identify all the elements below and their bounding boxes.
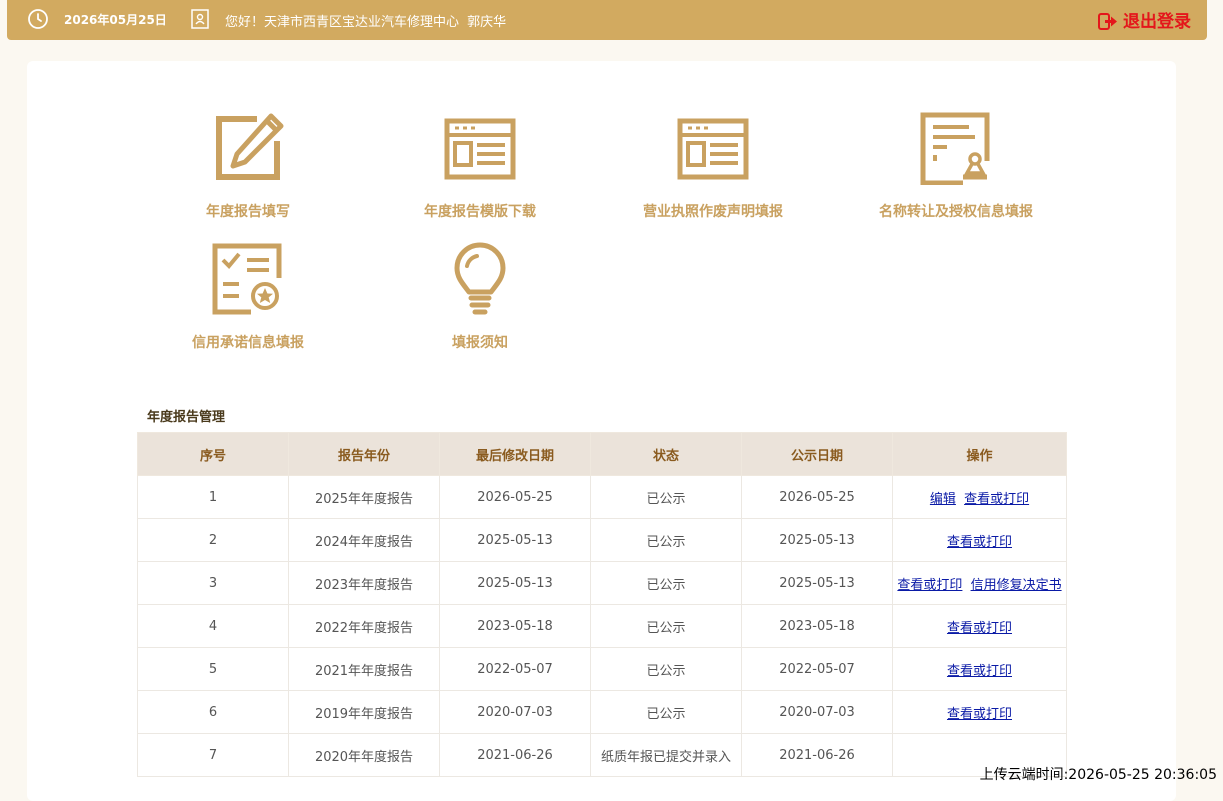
annual-report-table: 序号 报告年份 最后修改日期 状态 公示日期 操作 1 2025年年度报告 20… xyxy=(137,432,1067,777)
cell-no: 7 xyxy=(137,733,289,777)
cell-published: 2026-05-25 xyxy=(741,475,893,519)
cell-actions: 查看或打印 xyxy=(892,518,1067,562)
tile-license-void-declaration[interactable]: 营业执照作废声明填报 xyxy=(593,111,833,221)
logout-label: 退出登录 xyxy=(1123,12,1191,32)
cell-actions: 查看或打印 xyxy=(892,690,1067,734)
cell-status: 已公示 xyxy=(590,561,742,605)
upload-time: 上传云端时间:2026-05-25 20:36:05 xyxy=(979,767,1217,783)
table-row: 1 2025年年度报告 2026-05-25 已公示 2026-05-25 编辑… xyxy=(137,475,1067,519)
cell-actions: 查看或打印 信用修复决定书 xyxy=(892,561,1067,605)
cell-no: 3 xyxy=(137,561,289,605)
tile-label: 年度报告模版下载 xyxy=(424,204,536,220)
view-print-link[interactable]: 查看或打印 xyxy=(947,535,1012,550)
cell-status: 已公示 xyxy=(590,518,742,562)
cell-actions: 编辑 查看或打印 xyxy=(892,475,1067,519)
view-print-link[interactable]: 查看或打印 xyxy=(947,664,1012,679)
tile-label: 信用承诺信息填报 xyxy=(192,335,304,351)
tile-filing-notice[interactable]: 填报须知 xyxy=(360,242,600,352)
cell-published: 2023-05-18 xyxy=(741,604,893,648)
column-header: 公示日期 xyxy=(741,432,893,476)
cell-actions: 查看或打印 xyxy=(892,647,1067,691)
column-header: 最后修改日期 xyxy=(439,432,591,476)
cell-year: 2024年年度报告 xyxy=(288,518,440,562)
cell-status: 已公示 xyxy=(590,690,742,734)
cell-published: 2025-05-13 xyxy=(741,518,893,562)
cell-modified: 2023-05-18 xyxy=(439,604,591,648)
cell-no: 4 xyxy=(137,604,289,648)
current-date: 2026年05月25日 xyxy=(64,13,167,27)
cell-year: 2021年年度报告 xyxy=(288,647,440,691)
cell-status: 已公示 xyxy=(590,604,742,648)
template-icon xyxy=(444,118,516,180)
cell-year: 2022年年度报告 xyxy=(288,604,440,648)
cell-no: 5 xyxy=(137,647,289,691)
table-row: 6 2019年年度报告 2020-07-03 已公示 2020-07-03 查看… xyxy=(137,690,1067,734)
cell-year: 2025年年度报告 xyxy=(288,475,440,519)
cell-modified: 2025-05-13 xyxy=(439,518,591,562)
tile-template-download[interactable]: 年度报告模版下载 xyxy=(360,111,600,221)
table-row: 5 2021年年度报告 2022-05-07 已公示 2022-05-07 查看… xyxy=(137,647,1067,691)
cell-published: 2021-06-26 xyxy=(741,733,893,777)
stamp-doc-icon xyxy=(920,112,990,185)
user-name: 郭庆华 xyxy=(467,15,507,30)
clock-icon xyxy=(28,9,48,29)
greeting-text: 您好！天津市西青区宝达业汽车修理中心 xyxy=(225,15,460,30)
view-print-link[interactable]: 查看或打印 xyxy=(947,707,1012,722)
cell-published: 2022-05-07 xyxy=(741,647,893,691)
column-header: 报告年份 xyxy=(288,432,440,476)
top-bar: 2026年05月25日 您好！天津市西青区宝达业汽车修理中心 郭庆华 退出登录 xyxy=(7,0,1207,40)
checklist-icon xyxy=(212,243,282,315)
cell-modified: 2025-05-13 xyxy=(439,561,591,605)
logout-button[interactable]: 退出登录 xyxy=(1098,7,1191,32)
cell-published: 2025-05-13 xyxy=(741,561,893,605)
section-title: 年度报告管理 xyxy=(147,410,226,425)
cell-no: 2 xyxy=(137,518,289,562)
table-row: 2 2024年年度报告 2025-05-13 已公示 2025-05-13 查看… xyxy=(137,518,1067,562)
tile-annual-report-fill[interactable]: 年度报告填写 xyxy=(128,111,368,221)
logout-icon xyxy=(1098,13,1117,30)
cell-status: 纸质年报已提交并录入 xyxy=(590,733,742,777)
column-header: 操作 xyxy=(892,432,1067,476)
cell-year: 2023年年度报告 xyxy=(288,561,440,605)
view-print-link[interactable]: 查看或打印 xyxy=(897,578,962,593)
tile-label: 年度报告填写 xyxy=(206,204,290,220)
cell-year: 2020年年度报告 xyxy=(288,733,440,777)
table-header-row: 序号 报告年份 最后修改日期 状态 公示日期 操作 xyxy=(137,432,1067,476)
cell-modified: 2026-05-25 xyxy=(439,475,591,519)
table-row: 7 2020年年度报告 2021-06-26 纸质年报已提交并录入 2021-0… xyxy=(137,733,1067,777)
main-card: 年度报告填写 年度报告模版下载 营业执照作废声明填报 名称转让及授权信息填报 信… xyxy=(27,61,1176,801)
column-header: 序号 xyxy=(137,432,289,476)
greeting: 您好！天津市西青区宝达业汽车修理中心 郭庆华 xyxy=(225,11,510,30)
cell-actions: 查看或打印 xyxy=(892,604,1067,648)
user-badge-icon xyxy=(191,9,209,29)
view-print-link[interactable]: 查看或打印 xyxy=(964,492,1029,507)
cell-status: 已公示 xyxy=(590,475,742,519)
edit-link[interactable]: 编辑 xyxy=(930,492,956,507)
cell-no: 6 xyxy=(137,690,289,734)
cell-modified: 2021-06-26 xyxy=(439,733,591,777)
cell-published: 2020-07-03 xyxy=(741,690,893,734)
cell-status: 已公示 xyxy=(590,647,742,691)
table-row: 4 2022年年度报告 2023-05-18 已公示 2023-05-18 查看… xyxy=(137,604,1067,648)
lightbulb-icon xyxy=(454,242,506,315)
tile-label: 名称转让及授权信息填报 xyxy=(879,204,1033,220)
column-header: 状态 xyxy=(590,432,742,476)
credit-repair-decision-link[interactable]: 信用修复决定书 xyxy=(971,578,1062,593)
tile-name-transfer[interactable]: 名称转让及授权信息填报 xyxy=(836,111,1076,221)
table-row: 3 2023年年度报告 2025-05-13 已公示 2025-05-13 查看… xyxy=(137,561,1067,605)
cell-modified: 2022-05-07 xyxy=(439,647,591,691)
tile-credit-commitment[interactable]: 信用承诺信息填报 xyxy=(128,242,368,352)
license-icon xyxy=(677,118,749,180)
view-print-link[interactable]: 查看或打印 xyxy=(947,621,1012,636)
edit-icon xyxy=(216,113,284,180)
cell-year: 2019年年度报告 xyxy=(288,690,440,734)
cell-no: 1 xyxy=(137,475,289,519)
tile-label: 填报须知 xyxy=(452,335,508,351)
tile-label: 营业执照作废声明填报 xyxy=(643,204,783,220)
cell-modified: 2020-07-03 xyxy=(439,690,591,734)
